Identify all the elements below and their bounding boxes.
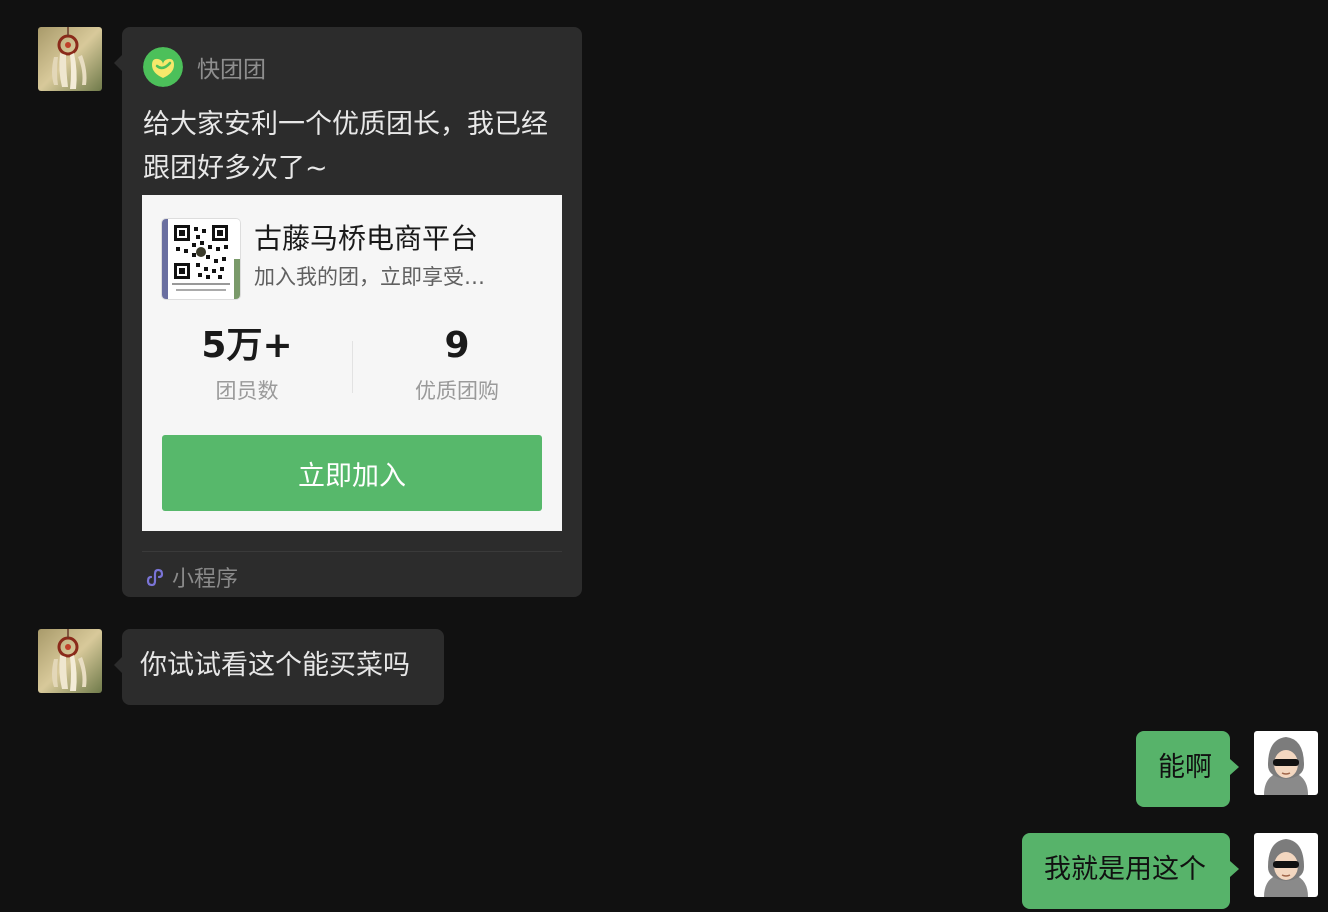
sender-avatar[interactable] — [38, 629, 102, 693]
sender-avatar[interactable] — [38, 27, 102, 91]
kuaituantuan-logo-icon — [143, 47, 183, 87]
qr-code-thumbnail — [162, 219, 240, 299]
hooded-sunglasses-avatar-icon — [1254, 833, 1318, 897]
message-text: 我就是用这个 — [1044, 854, 1206, 885]
store-name: 古藤马桥电商平台 — [254, 222, 479, 255]
stat-group-buys: 9 优质团购 — [367, 323, 547, 405]
mini-program-description: 给大家安利一个优质团长，我已经跟团好多次了~ — [143, 109, 548, 184]
message-bubble-outgoing[interactable]: 我就是用这个 — [1022, 833, 1239, 909]
chat-window: 快团团 给大家安利一个优质团长，我已经跟团好多次了~ 古藤马桥电商平台 加入我的… — [0, 0, 1328, 912]
stat-divider — [352, 341, 353, 393]
my-avatar[interactable] — [1254, 833, 1318, 897]
stat-group-buys-label: 优质团购 — [415, 379, 499, 403]
message-bubble-incoming[interactable]: 你试试看这个能买菜吗 — [114, 629, 444, 705]
message-text: 能啊 — [1158, 752, 1212, 783]
join-button[interactable]: 立即加入 — [162, 435, 542, 511]
my-avatar[interactable] — [1254, 731, 1318, 795]
stat-members-label: 团员数 — [215, 379, 279, 403]
stat-members-value: 5万+ — [201, 325, 293, 366]
stat-members: 5万+ 团员数 — [157, 323, 337, 405]
dreamcatcher-avatar-icon — [38, 27, 102, 91]
store-subtitle: 加入我的团，立即享受… — [254, 265, 485, 289]
message-bubble-outgoing[interactable]: 能啊 — [1136, 731, 1239, 807]
stat-group-buys-value: 9 — [444, 325, 470, 366]
mini-program-separator — [142, 551, 562, 552]
mini-program-footer-label: 小程序 — [172, 567, 239, 592]
mini-program-link-icon — [146, 568, 164, 587]
mini-program-preview[interactable]: 古藤马桥电商平台 加入我的团，立即享受… 5万+ 团员数 9 优质团购 立即加入 — [142, 195, 562, 531]
message-text: 你试试看这个能买菜吗 — [140, 650, 410, 681]
mini-program-header: 快团团 — [143, 47, 266, 87]
dreamcatcher-avatar-icon — [38, 629, 102, 693]
mini-program-card[interactable]: 快团团 给大家安利一个优质团长，我已经跟团好多次了~ 古藤马桥电商平台 加入我的… — [114, 27, 582, 597]
hooded-sunglasses-avatar-icon — [1254, 731, 1318, 795]
mini-program-source-name: 快团团 — [197, 57, 266, 83]
mini-program-footer: 小程序 — [144, 561, 238, 593]
